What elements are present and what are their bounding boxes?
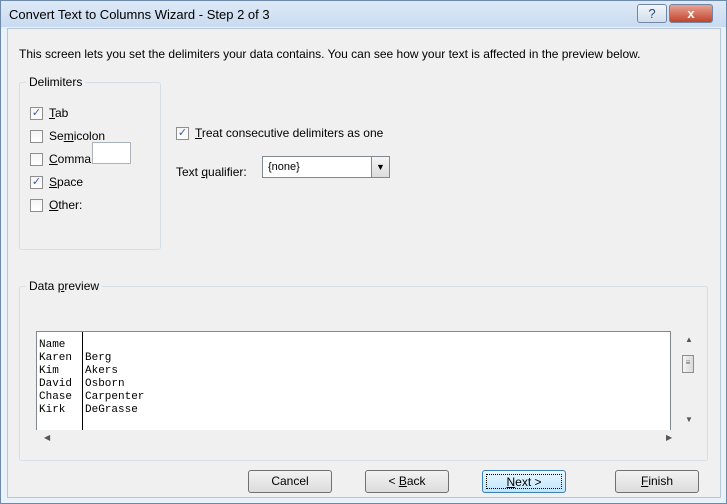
help-button[interactable]: ? xyxy=(637,4,667,23)
instructions-text: This screen lets you set the delimiters … xyxy=(19,47,641,61)
close-button[interactable]: x xyxy=(669,4,713,23)
scroll-right-icon[interactable]: ▶ xyxy=(666,433,672,442)
other-delimiter-input[interactable] xyxy=(92,142,131,164)
text-qualifier-dropdown[interactable]: {none} ▼ xyxy=(262,156,390,178)
data-preview-label: Data preview xyxy=(26,279,103,293)
space-checkbox[interactable]: ✓ xyxy=(30,175,43,189)
preview-vertical-scrollbar[interactable]: ▲ ≡ ▼ xyxy=(680,331,697,429)
consecutive-delimiters-checkbox[interactable]: ✓ xyxy=(176,126,189,140)
consecutive-delimiters-label: Treat consecutive delimiters as one xyxy=(195,126,384,140)
other-label: Other: xyxy=(49,198,83,212)
tab-checkbox-row[interactable]: ✓ Tab xyxy=(30,105,68,121)
window-title: Convert Text to Columns Wizard - Step 2 … xyxy=(9,7,270,22)
tab-checkbox[interactable]: ✓ xyxy=(30,106,43,120)
delimiters-group-label: Delimiters xyxy=(26,75,86,89)
close-icon: x xyxy=(687,6,695,21)
dropdown-arrow-icon[interactable]: ▼ xyxy=(371,157,389,177)
cancel-button[interactable]: Cancel xyxy=(248,470,332,493)
next-button[interactable]: Next > xyxy=(482,470,566,493)
dialog-body: This screen lets you set the delimiters … xyxy=(7,28,721,498)
space-checkbox-row[interactable]: ✓ Space xyxy=(30,174,83,190)
delimiters-group: Delimiters ✓ Tab Semicolon Comma ✓ Space… xyxy=(19,75,161,250)
tab-label: Tab xyxy=(49,106,69,120)
space-label: Space xyxy=(49,175,84,189)
scroll-up-icon[interactable]: ▲ xyxy=(685,335,693,344)
back-button[interactable]: < Back xyxy=(365,470,449,493)
data-preview-grid[interactable]: Name Karen Berg Kim Akers David Osborn Chas… xyxy=(36,331,671,431)
scroll-left-icon[interactable]: ◀ xyxy=(44,433,50,442)
consecutive-checkbox-row[interactable]: ✓ Treat consecutive delimiters as one xyxy=(176,125,383,141)
focus-rect: Next > xyxy=(486,474,562,489)
other-checkbox-row[interactable]: Other: xyxy=(30,197,82,213)
title-bar: Convert Text to Columns Wizard - Step 2 … xyxy=(1,1,726,27)
scroll-thumb[interactable]: ≡ xyxy=(682,355,694,373)
text-qualifier-value: {none} xyxy=(268,161,300,173)
help-icon: ? xyxy=(648,6,656,21)
finish-button[interactable]: Finish xyxy=(615,470,699,493)
comma-checkbox-row[interactable]: Comma xyxy=(30,151,91,167)
column-break-line[interactable] xyxy=(82,332,83,430)
wizard-window: Convert Text to Columns Wizard - Step 2 … xyxy=(0,0,727,504)
comma-checkbox[interactable] xyxy=(30,152,43,166)
semicolon-checkbox[interactable] xyxy=(30,129,43,143)
comma-label: Comma xyxy=(49,152,92,166)
other-checkbox[interactable] xyxy=(30,198,43,212)
scroll-down-icon[interactable]: ▼ xyxy=(685,415,693,424)
text-qualifier-label: Text qualifier: xyxy=(176,165,247,179)
semicolon-label: Semicolon xyxy=(49,129,106,143)
preview-horizontal-scrollbar[interactable]: ◀ ▶ xyxy=(36,430,680,445)
